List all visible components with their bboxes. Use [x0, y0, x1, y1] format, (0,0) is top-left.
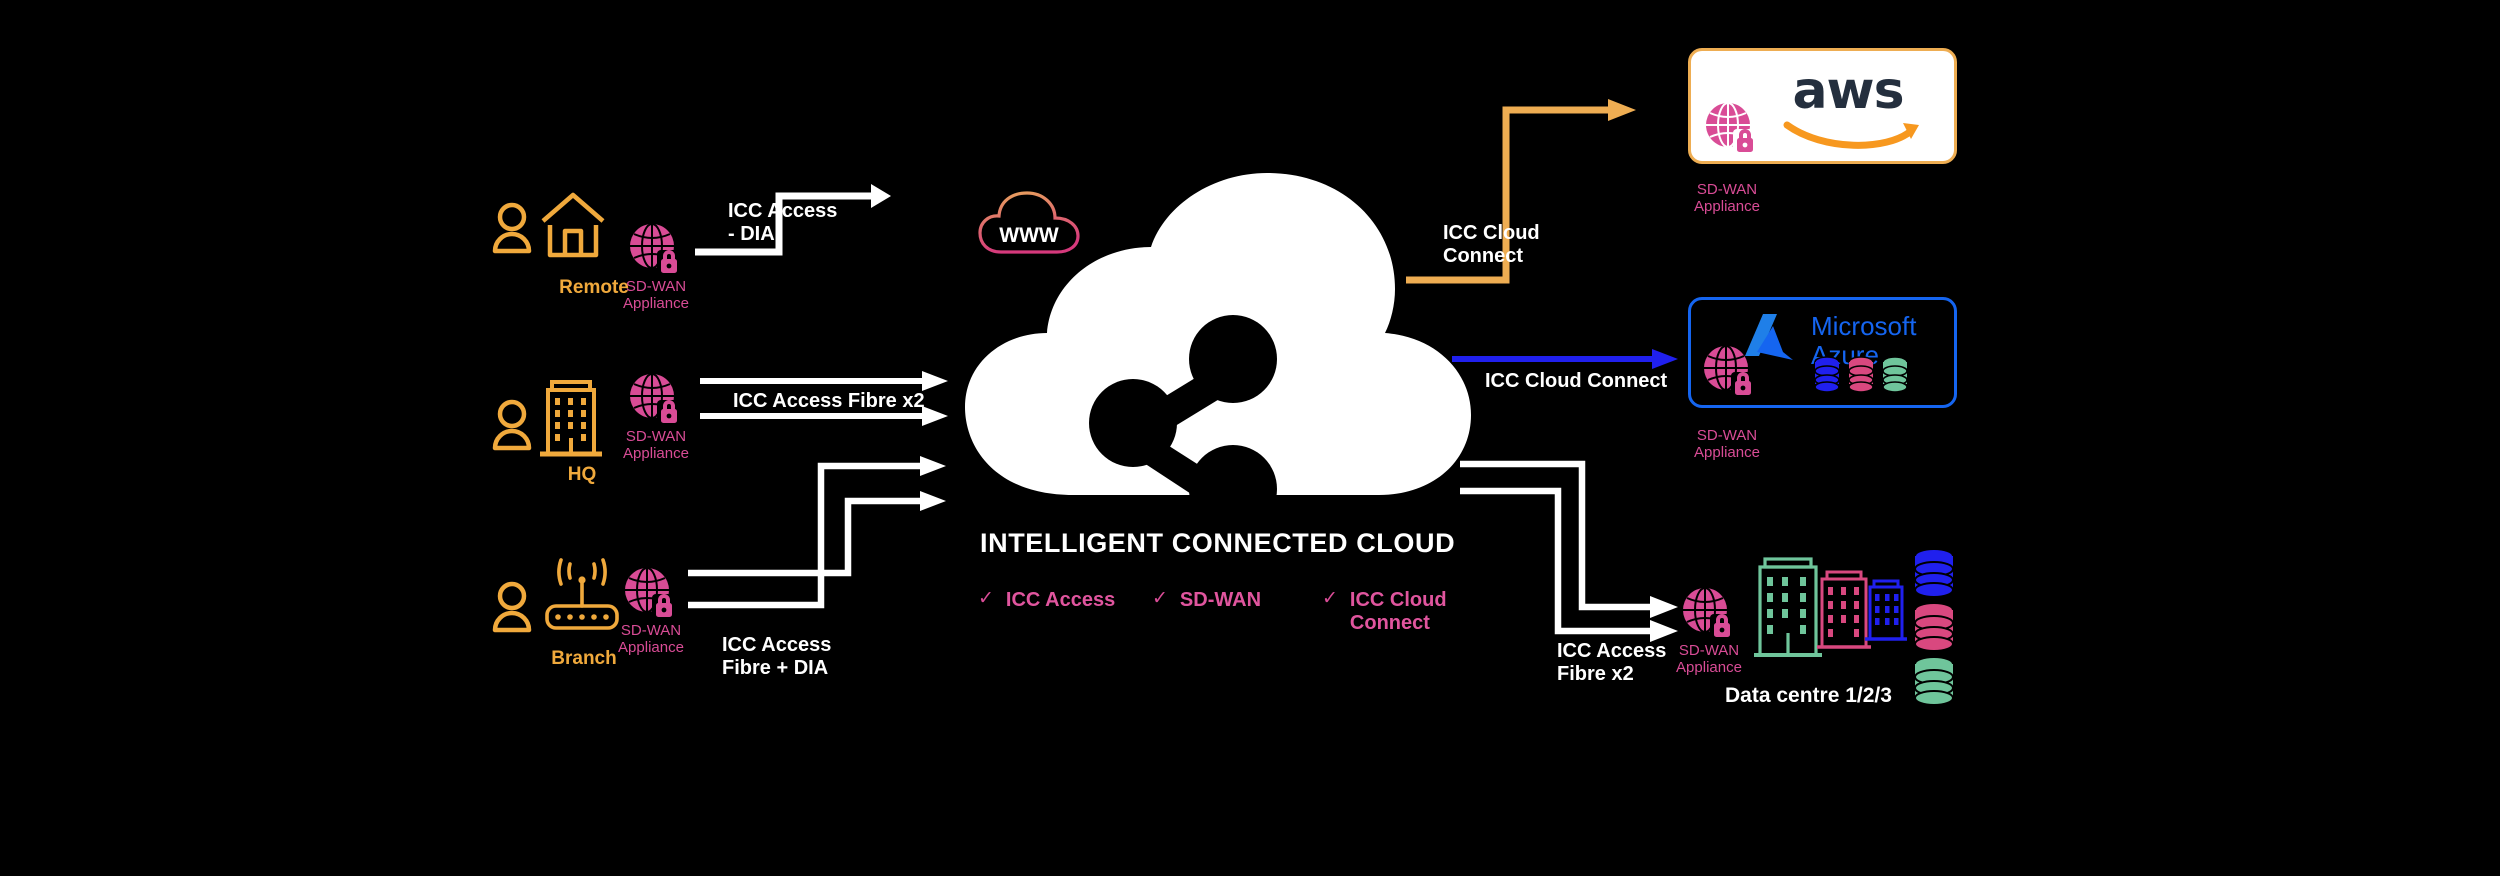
site-label-hq: HQ	[567, 464, 597, 485]
feature-label: SD-WAN	[1179, 589, 1262, 611]
datacentre-title: Data centre 1/2/3	[1725, 684, 1892, 707]
db-blue	[1814, 356, 1840, 393]
lock-badge	[657, 250, 681, 276]
person-icon	[492, 202, 532, 254]
feature-label: ICC Access	[1005, 589, 1116, 611]
feature-sd-wan: ✓ SD-WAN	[1152, 589, 1261, 612]
db-blue	[1914, 548, 1954, 598]
flow-label-hq: ICC Access Fibre x2	[733, 390, 925, 412]
feature-label: ICC Cloud Connect	[1349, 589, 1447, 634]
aws-wordmark: aws	[1792, 61, 1904, 121]
home-icon	[541, 192, 605, 258]
datacentre-buildings	[1754, 557, 1907, 657]
flow-branch-to-cloud	[688, 456, 946, 609]
globe-lock-icon	[1683, 587, 1734, 640]
destination-azure[interactable]: Microsoft Azure	[1688, 297, 1957, 408]
globe-lock-icon	[630, 373, 681, 426]
globe-lock-icon	[1706, 102, 1757, 155]
person-icon	[492, 399, 532, 451]
hq-icons	[492, 380, 602, 457]
check-icon: ✓	[1152, 588, 1168, 609]
db-pink	[1848, 356, 1874, 393]
lock-badge	[652, 594, 676, 620]
check-icon: ✓	[978, 588, 994, 609]
cloud-outline-icon: WWW	[978, 191, 1080, 254]
lock-badge	[1710, 614, 1734, 640]
lock-badge	[1731, 372, 1755, 398]
person-icon	[492, 581, 532, 633]
azure-databases	[1814, 356, 1908, 393]
aws-smile-icon	[1783, 121, 1919, 149]
appliance-datacentre: SD-WAN Appliance	[1676, 586, 1752, 677]
appliance-caption-remote: SD-WAN Appliance	[623, 278, 689, 312]
remote-icons	[492, 192, 605, 258]
appliance-caption-aws: SD-WAN Appliance	[1694, 181, 1760, 215]
datacentre-databases	[1914, 548, 1954, 706]
feature-icc-cloud-connect: ✓ ICC Cloud Connect	[1322, 589, 1447, 635]
appliance-caption-hq: SD-WAN Appliance	[623, 428, 689, 462]
flow-label-azure: ICC Cloud Connect	[1485, 370, 1668, 392]
appliance-caption-branch: SD-WAN Appliance	[618, 622, 684, 656]
flow-label-aws: ICC Cloud Connect	[1443, 222, 1540, 267]
lock-badge	[1733, 129, 1757, 155]
appliance-hq: SD-WAN Appliance	[623, 372, 696, 463]
db-green	[1882, 356, 1908, 393]
building-pink	[1817, 570, 1871, 649]
appliance-caption-datacentre: SD-WAN Appliance	[1676, 642, 1742, 676]
appliance-branch: SD-WAN Appliance	[618, 566, 691, 657]
cloud-title: INTELLIGENT CONNECTED CLOUD	[980, 528, 1456, 558]
diagram-canvas: Remote SD-WAN Appliance ICC Access - DIA…	[0, 0, 2500, 876]
globe-lock-icon	[630, 223, 681, 276]
globe-lock-icon	[625, 567, 676, 620]
flow-label-datacentre: ICC Access Fibre x2	[1557, 640, 1667, 685]
db-green	[1914, 656, 1954, 706]
appliance-remote: SD-WAN Appliance	[623, 222, 696, 313]
feature-icc-access: ✓ ICC Access	[978, 589, 1115, 612]
destination-aws[interactable]: aws	[1688, 48, 1957, 164]
www-label: WWW	[999, 224, 1059, 247]
db-pink	[1914, 602, 1954, 652]
lock-badge	[657, 400, 681, 426]
office-windows	[555, 398, 586, 441]
office-building-icon	[540, 380, 602, 457]
flow-label-remote: ICC Access - DIA	[728, 200, 838, 245]
antenna-tip	[578, 576, 586, 584]
router-leds	[555, 614, 609, 620]
globe-lock-icon	[1704, 345, 1755, 398]
building-green	[1754, 557, 1822, 657]
internet-www-cloud: WWW	[975, 188, 1087, 258]
check-icon: ✓	[1322, 588, 1338, 609]
flow-label-branch: ICC Access Fibre + DIA	[722, 634, 832, 679]
